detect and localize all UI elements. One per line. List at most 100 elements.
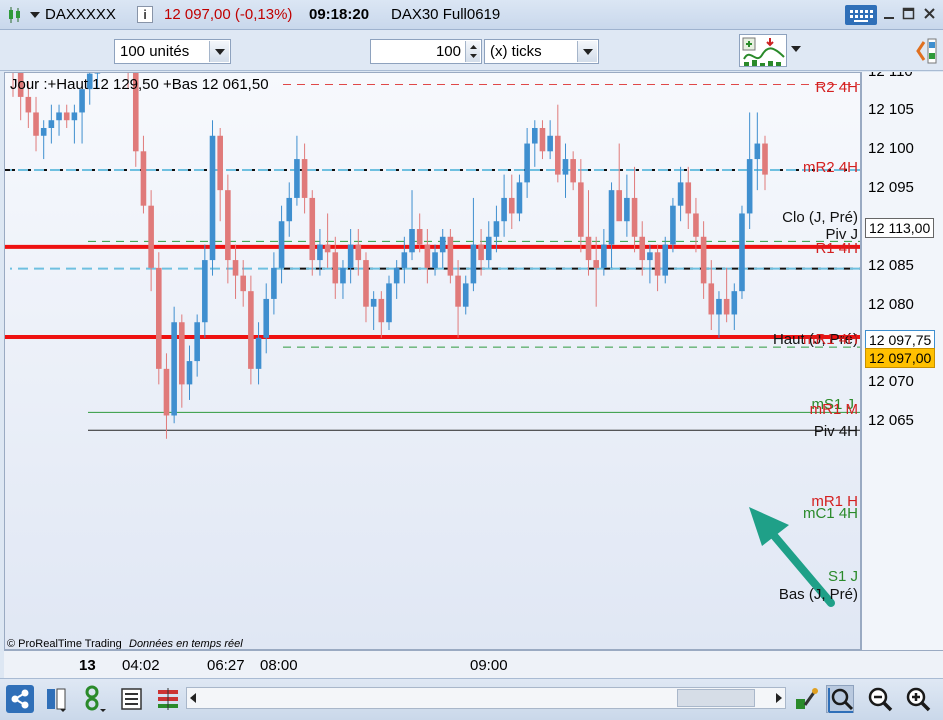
price-tick-label: 12 070 [868,373,914,391]
candle-body [286,197,293,222]
candle-body [155,267,162,369]
chevron-down-icon[interactable] [791,46,801,52]
candle-body [739,213,745,292]
candle-body [624,197,630,222]
candle-body [693,213,699,237]
candle-body [762,143,768,175]
candlestick-icon[interactable] [6,6,24,24]
stepper-arrows-icon[interactable] [465,41,480,62]
candle-body [248,291,254,369]
ticks-stepper[interactable]: 100 [370,39,482,64]
candle-body [25,96,32,113]
footer-note: Données en temps réel [129,638,243,650]
candle-body [163,368,170,416]
candle-body [593,260,599,268]
price-chart[interactable] [5,73,861,650]
candle-body [662,244,669,276]
price-tick-label: 12 085 [868,256,914,274]
scroll-right-icon[interactable] [776,693,782,703]
candle-body [570,159,576,183]
candle-body [616,190,623,222]
keyboard-icon[interactable] [845,5,877,25]
label-mc1-4h: mC1 4H [802,505,858,522]
side-panel-icon[interactable] [915,36,939,66]
price-axis[interactable]: 12 13012 12512 12012 11512 11012 10512 1… [861,72,943,650]
candle-body [539,127,546,152]
prorealtime-window: DAXXXXX i 12 097,00 (-0,13%) 09:18:20 DA… [0,0,943,720]
label-piv-4h: Piv 4H [813,423,858,440]
candle-body [347,244,354,268]
ticks-value[interactable]: 100 [436,43,461,60]
tick-unit-value: (x) ticks [490,43,542,60]
maximize-icon[interactable] [902,7,916,21]
scroll-left-icon[interactable] [190,693,196,703]
zoom-fit-icon[interactable] [826,685,854,713]
time-axis[interactable]: 13 04:02 06:27 08:00 09:00 [4,650,943,678]
candle-body [562,159,569,175]
share-icon[interactable] [6,685,34,713]
price-tick-label: 12 110 [868,72,913,80]
scroll-thumb[interactable] [677,689,755,707]
chart-scrollbar[interactable] [186,687,786,709]
candle-body [424,244,431,268]
zoom-in-icon[interactable] [904,685,932,713]
candle-body [317,244,323,261]
price-tick-label: 12 100 [868,140,914,158]
list-icon[interactable] [118,685,146,713]
candle-body [409,229,415,253]
candle-body [240,275,247,292]
candle-body [677,182,684,206]
time-label-4: 09:00 [470,657,508,674]
candle-body [578,182,584,237]
footer-brand: © ProRealTime Trading [7,638,122,650]
symbol-dropdown-icon[interactable] [30,12,40,18]
chart-toolbar: 100 unités 100 (x) ticks [0,30,943,71]
candle-body [501,197,507,222]
time-label-3: 08:00 [260,657,298,674]
time-label-2: 06:27 [207,657,245,674]
candle-body [723,298,730,315]
chevron-down-icon[interactable] [577,41,597,62]
price-change: 12 097,00 (-0,13%) [164,6,293,23]
title-bar: DAXXXXX i 12 097,00 (-0,13%) 09:18:20 DA… [0,0,943,30]
indicator-icon[interactable] [80,685,108,713]
candle-body [547,135,553,152]
chart-tools-icon[interactable] [793,685,821,713]
clo-price-box: 12 113,00 [865,218,935,238]
candle-body [555,135,561,175]
label-mr1-m: mR1 M [809,401,858,418]
time-label-1: 04:02 [122,657,160,674]
layout-icon[interactable] [42,685,70,713]
candle-body [171,322,177,416]
units-select[interactable]: 100 unités [114,39,231,64]
instrument-name: DAX30 Full0619 [391,6,501,23]
chart-area[interactable]: Jour :+Haut 12 129,50 +Bas 12 061,50 © P… [4,72,861,650]
candle-body [462,283,469,307]
candle-body [386,283,392,323]
candle-body [746,159,753,214]
chart-tools-icon[interactable] [739,34,787,67]
candle-body [378,298,385,323]
candle-body [271,267,277,299]
candle-body [639,236,646,261]
symbol-name[interactable]: DAXXXXX [45,6,116,23]
label-mr1-4h: mR1 4H [802,331,858,348]
candle-body [485,236,492,261]
tick-unit-select[interactable]: (x) ticks [484,39,599,64]
candle-body [531,127,538,144]
candle-body [416,229,423,245]
label-clo-j-pre: Clo (J, Pré) [782,209,858,226]
label-r1-4h: R1 4H [815,240,858,257]
zoom-out-icon[interactable] [866,685,894,713]
chevron-down-icon[interactable] [209,41,229,62]
units-select-value: 100 unités [120,43,190,60]
candle-body [278,221,285,268]
minimize-icon[interactable] [883,7,897,21]
candles-icon[interactable] [154,685,182,713]
candle-body [478,244,484,261]
candle-body [202,260,208,323]
candle-body [294,159,300,198]
price-tick-label: 12 105 [868,101,914,119]
info-icon[interactable]: i [137,6,153,23]
close-icon[interactable] [923,7,937,21]
